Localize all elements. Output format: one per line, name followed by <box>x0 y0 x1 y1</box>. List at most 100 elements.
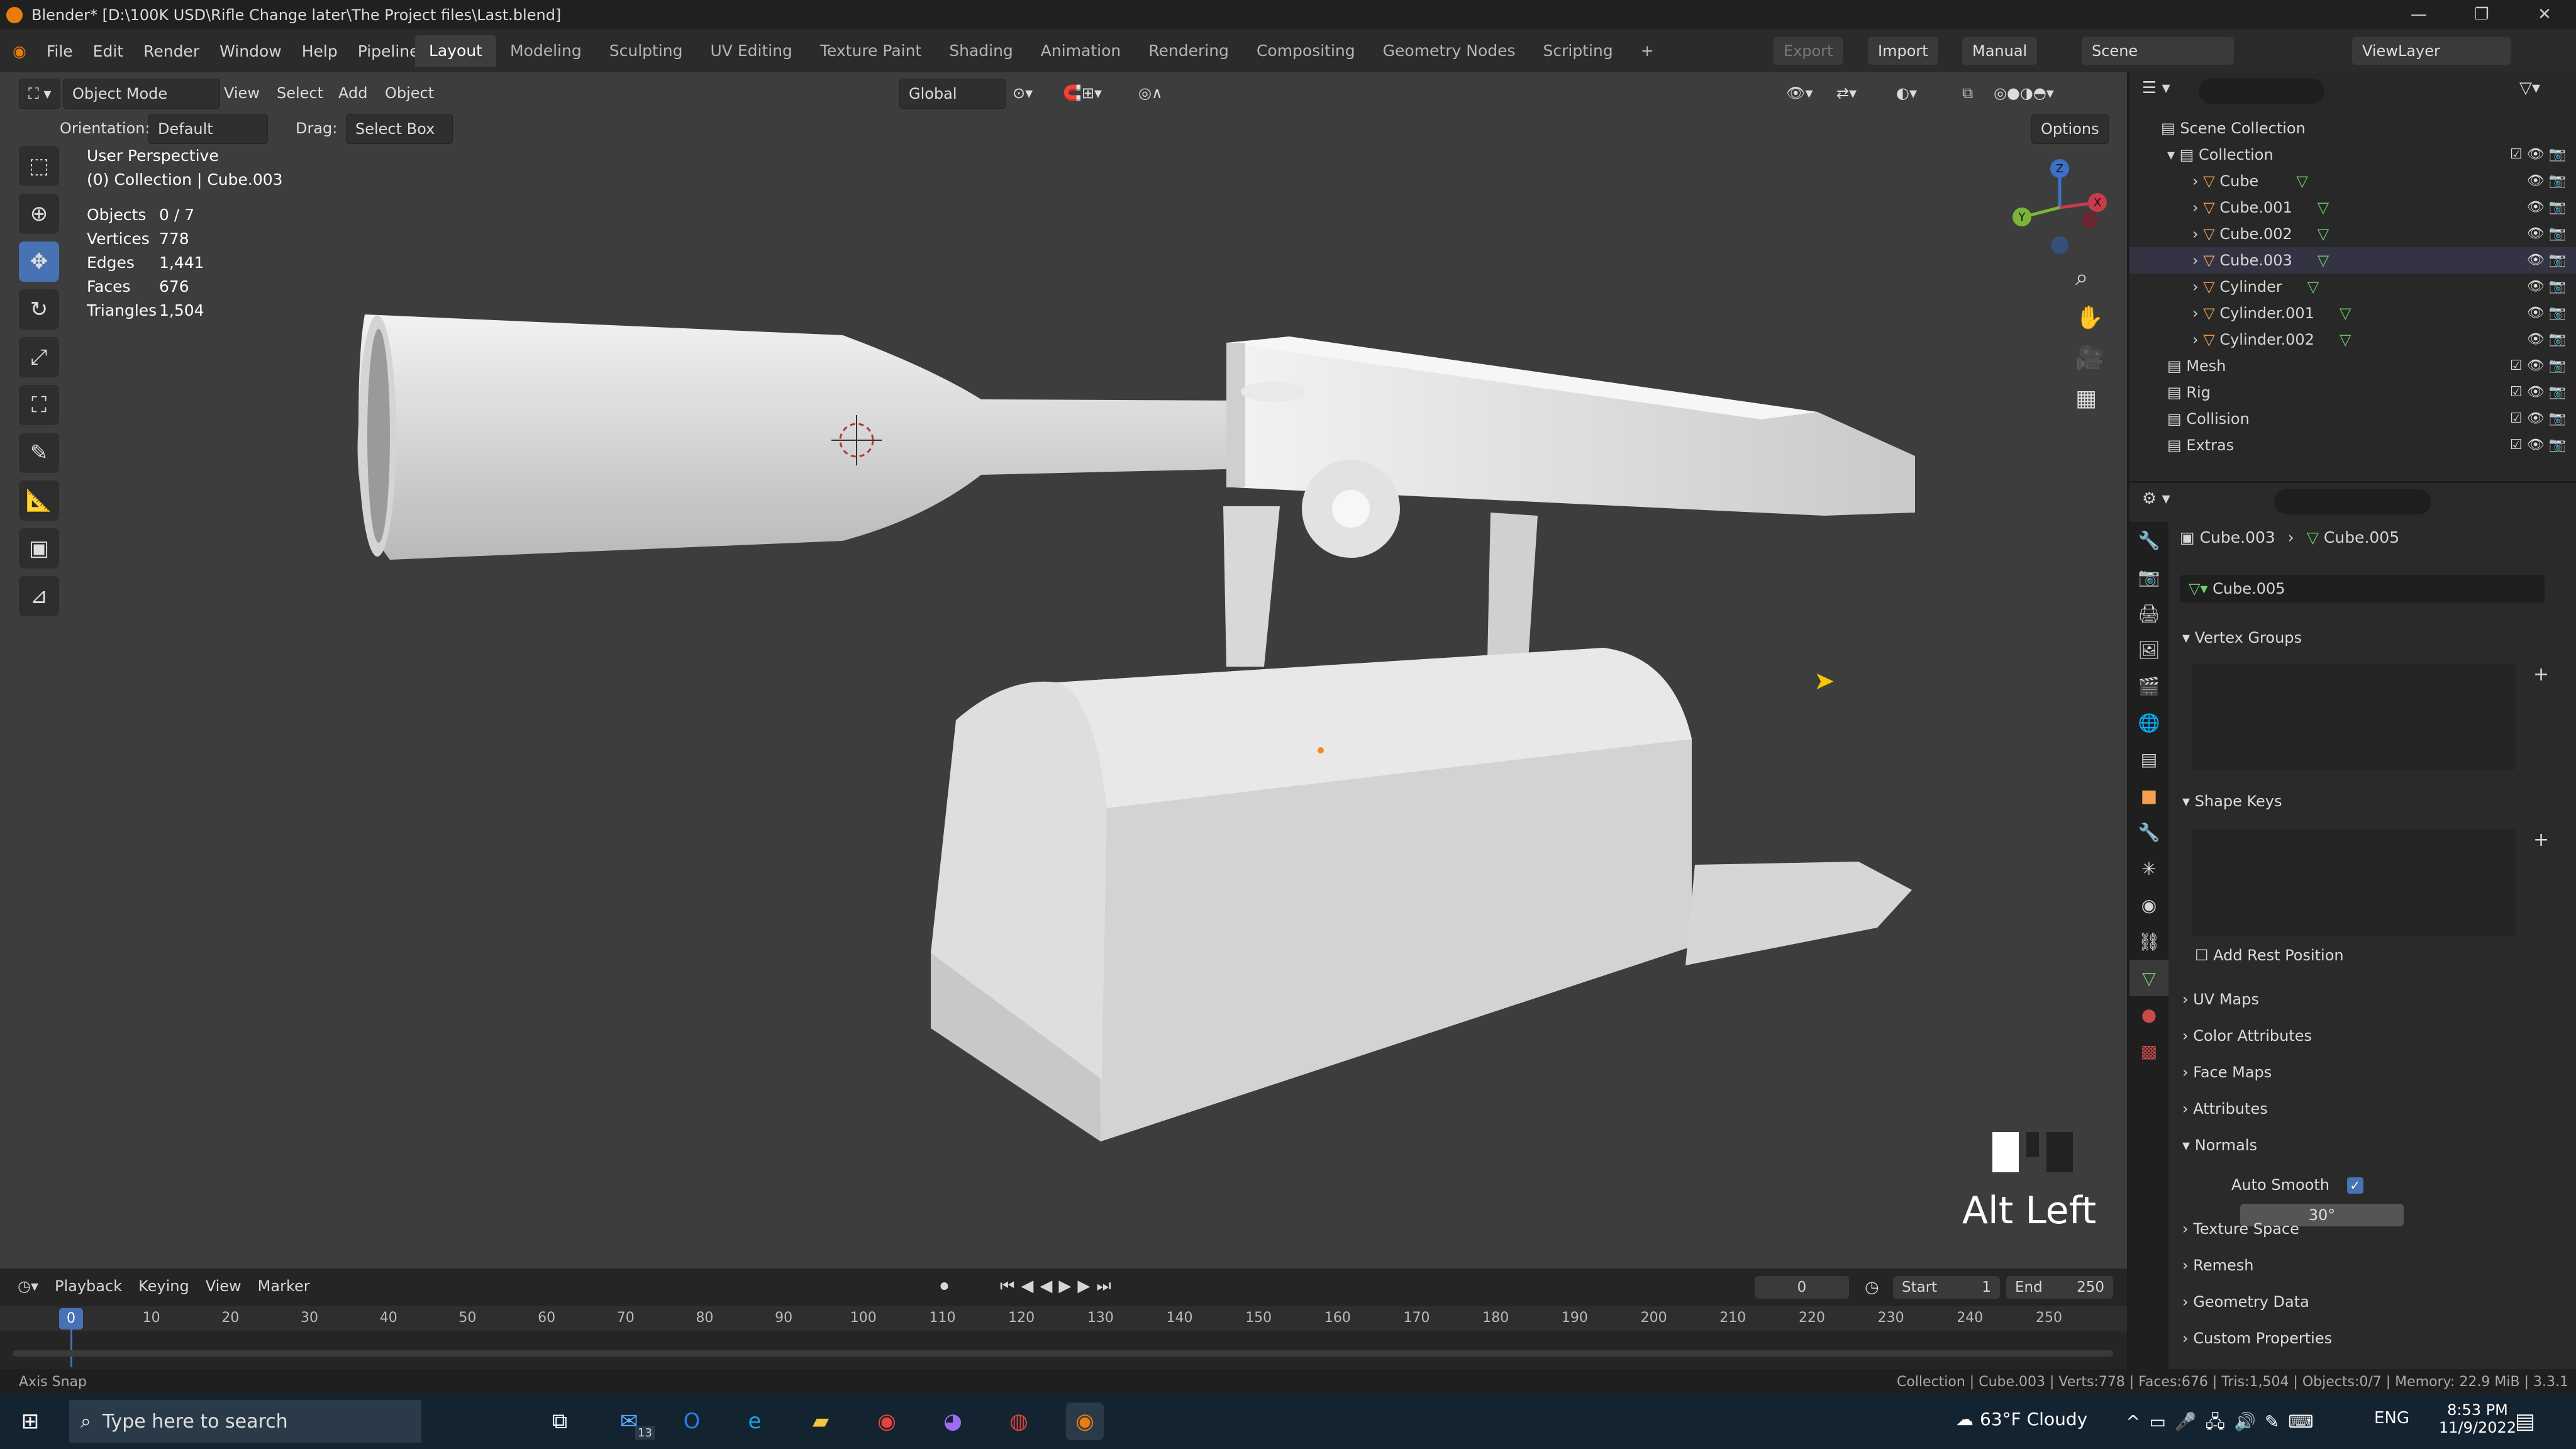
orientation-dropdown[interactable]: Default <box>148 114 268 144</box>
add-rest-position-checkbox[interactable]: ☐ Add Rest Position <box>2195 940 2572 970</box>
language-indicator[interactable]: ENG <box>2374 1409 2409 1428</box>
panel-uv-maps[interactable]: › UV Maps <box>2182 984 2560 1014</box>
visibility-toggle-icon[interactable]: 👁 📷 <box>2527 247 2566 274</box>
panel-color-attributes[interactable]: › Color Attributes <box>2182 1021 2560 1051</box>
minimize-button[interactable]: — <box>2387 0 2450 30</box>
editor-type-icon[interactable]: ⛶ ▾ <box>19 79 61 109</box>
visibility-toggle-icon[interactable]: ☑ 👁 📷 <box>2510 379 2566 406</box>
panel-remesh[interactable]: › Remesh <box>2182 1250 2560 1280</box>
outliner-row[interactable]: ▾ ▤ Collection ☑ 👁 📷 <box>2129 142 2576 168</box>
outliner-row-active[interactable]: › ▽ Cube.003 ▽ 👁 📷 <box>2129 247 2576 274</box>
mode-selector[interactable]: Object Mode <box>63 79 220 109</box>
overlays-icon[interactable]: ◐▾ <box>1896 79 1917 108</box>
discord-icon[interactable]: ◕ <box>934 1402 972 1440</box>
transform-orientation[interactable]: Global <box>899 79 1006 109</box>
visibility-toggle-icon[interactable]: 👁 📷 <box>2527 326 2566 353</box>
datablock-field[interactable]: ▽▾ Cube.005 <box>2180 575 2545 602</box>
visibility-toggle-icon[interactable]: 👁 📷 <box>2527 168 2566 194</box>
texture-tab-icon[interactable]: ▩ <box>2129 1033 2168 1069</box>
scene-tab-icon[interactable]: 🎬 <box>2129 668 2168 704</box>
import-button[interactable]: Import <box>1868 37 1938 65</box>
task-view-icon[interactable]: ⧉ <box>541 1402 579 1440</box>
tab-geometry-nodes[interactable]: Geometry Nodes <box>1369 35 1530 67</box>
proportional-edit-icon[interactable]: ◎∧ <box>1138 79 1163 108</box>
material-tab-icon[interactable]: ● <box>2129 996 2168 1033</box>
weather[interactable]: ☁ 63°F Cloudy <box>1956 1409 2087 1430</box>
viewport-menu-object[interactable]: Object <box>385 79 434 108</box>
menu-keying[interactable]: Keying <box>138 1274 189 1299</box>
blender-taskbar-icon[interactable]: ◉ <box>1066 1402 1104 1440</box>
panel-normals[interactable]: ▾ Normals <box>2182 1130 2560 1160</box>
properties-search[interactable] <box>2274 489 2431 514</box>
pan-hand-icon[interactable]: ✋ <box>2075 298 2104 338</box>
add-shape-key-icon[interactable]: + <box>2533 829 2549 851</box>
world-tab-icon[interactable]: 🌐 <box>2129 704 2168 741</box>
viewport-menu-view[interactable]: View <box>224 79 260 108</box>
edge-icon[interactable]: e <box>736 1402 774 1440</box>
tool-tab-icon[interactable]: 🔧 <box>2129 522 2168 558</box>
clock-icon[interactable]: ◷ <box>1865 1276 1879 1299</box>
playhead[interactable]: 0 <box>59 1308 83 1330</box>
rotate-tool-icon[interactable]: ↻ <box>19 289 59 330</box>
outliner-row[interactable]: › ▽ Cube.002 ▽ 👁 📷 <box>2129 221 2576 247</box>
menu-help[interactable]: Help <box>302 42 338 60</box>
viewport-menu-select[interactable]: Select <box>277 79 323 108</box>
tab-modeling[interactable]: Modeling <box>496 35 596 67</box>
close-button[interactable]: ✕ <box>2513 0 2576 30</box>
annotate-tool-icon[interactable]: ✎ <box>19 433 59 473</box>
outliner-row-scene-collection[interactable]: ▤ Scene Collection <box>2129 115 2576 142</box>
pivot-icon[interactable]: ⊙▾ <box>1013 79 1033 108</box>
outliner-row[interactable]: › ▽ Cube ▽ 👁 📷 <box>2129 168 2576 194</box>
viewport-menu-add[interactable]: Add <box>338 79 367 108</box>
menu-edit[interactable]: Edit <box>93 42 123 60</box>
outliner-search[interactable] <box>2199 79 2324 104</box>
render-tab-icon[interactable]: 📷 <box>2129 558 2168 595</box>
add-workspace-button[interactable]: + <box>1627 35 1668 67</box>
mesh-data-tab-icon[interactable]: ▽ <box>2129 960 2168 996</box>
output-tab-icon[interactable]: 🖨 <box>2129 595 2168 631</box>
visibility-toggle-icon[interactable]: ☑ 👁 📷 <box>2510 353 2566 379</box>
menu-window[interactable]: Window <box>219 42 282 60</box>
scale-tool-icon[interactable]: ⤢ <box>19 337 59 377</box>
visibility-toggle-icon[interactable]: 👁 📷 <box>2527 300 2566 326</box>
panel-face-maps[interactable]: › Face Maps <box>2182 1057 2560 1087</box>
object-tab-icon[interactable]: ■ <box>2129 777 2168 814</box>
timeline-scrollbar[interactable] <box>13 1350 2113 1357</box>
start-frame-field[interactable]: Start 1 <box>1893 1276 2000 1299</box>
outliner-row[interactable]: ▤ Extras ☑ 👁 📷 <box>2129 432 2576 458</box>
3d-viewport[interactable]: Z Y X ⌕ ✋ 🎥 ▦ User Perspective (0) Colle… <box>0 72 2127 1269</box>
tab-layout[interactable]: Layout <box>415 35 496 67</box>
manual-button[interactable]: Manual <box>1962 37 2038 65</box>
zoom-icon[interactable]: ⌕ <box>2075 258 2104 298</box>
menu-pipeline[interactable]: Pipeline <box>358 42 419 60</box>
visibility-toggle-icon[interactable]: 👁 📷 <box>2527 274 2566 300</box>
options-dropdown[interactable]: Options <box>2031 114 2109 144</box>
outliner-row[interactable]: › ▽ Cylinder.001 ▽ 👁 📷 <box>2129 300 2576 326</box>
camera-view-icon[interactable]: 🎥 <box>2075 338 2104 379</box>
menu-render[interactable]: Render <box>143 42 199 60</box>
add-vertex-group-icon[interactable]: + <box>2533 663 2549 686</box>
panel-custom-properties[interactable]: › Custom Properties <box>2182 1323 2560 1353</box>
properties-editor-icon[interactable]: ⚙ ▾ <box>2142 489 2170 508</box>
tab-scripting[interactable]: Scripting <box>1530 35 1627 67</box>
menu-view[interactable]: View <box>206 1274 242 1299</box>
record-icon[interactable]: ⏺ <box>940 1274 948 1299</box>
tab-compositing[interactable]: Compositing <box>1243 35 1369 67</box>
timeline-editor-icon[interactable]: ◷▾ <box>18 1274 38 1299</box>
collection-tab-icon[interactable]: ▤ <box>2129 741 2168 777</box>
tab-sculpting[interactable]: Sculpting <box>596 35 697 67</box>
visibility-toggle-icon[interactable]: 👁 📷 <box>2527 194 2566 221</box>
drag-dropdown[interactable]: Select Box <box>346 114 453 144</box>
auto-smooth-checkbox[interactable]: ✓ <box>2346 1177 2363 1194</box>
menu-playback[interactable]: Playback <box>55 1274 122 1299</box>
visibility-toggle-icon[interactable]: 👁 📷 <box>2527 221 2566 247</box>
move-tool-icon[interactable]: ✥ <box>19 242 59 282</box>
taskbar-search[interactable]: ⌕ Type here to search <box>69 1400 421 1443</box>
panel-texture-space[interactable]: › Texture Space <box>2182 1214 2560 1244</box>
panel-attributes[interactable]: › Attributes <box>2182 1094 2560 1124</box>
transform-tool-icon[interactable]: ⛶ <box>19 385 59 425</box>
cursor-tool-icon[interactable]: ⊕ <box>19 194 59 234</box>
view-layer-tab-icon[interactable]: 🖼 <box>2129 631 2168 668</box>
menu-marker[interactable]: Marker <box>258 1274 310 1299</box>
chrome-icon[interactable]: ◉ <box>868 1402 906 1440</box>
